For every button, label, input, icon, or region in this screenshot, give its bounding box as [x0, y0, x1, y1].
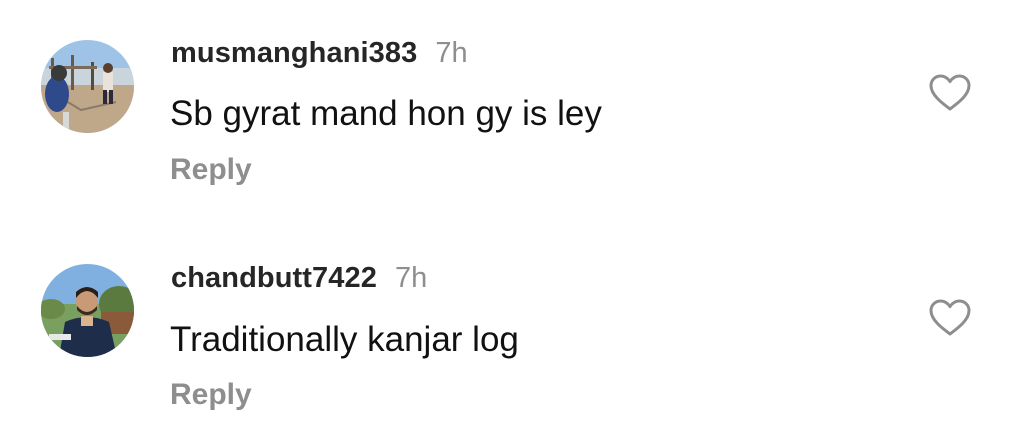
avatar-photo [41, 40, 134, 133]
comment-text: Traditionally kanjar log [170, 320, 519, 359]
comment-item: musmanghani383 7h Sb gyrat mand hon gy is… [0, 0, 1024, 220]
comment-header: musmanghani383 7h [171, 39, 468, 68]
reply-button[interactable]: Reply [170, 380, 252, 410]
avatar[interactable] [41, 40, 134, 133]
reply-button[interactable]: Reply [170, 155, 252, 185]
username-link[interactable]: chandbutt7422 [171, 262, 377, 294]
like-button[interactable] [928, 298, 972, 338]
comment-item: chandbutt7422 7h Traditionally kanjar log… [0, 225, 1024, 445]
like-button[interactable] [928, 73, 972, 113]
avatar[interactable] [41, 264, 134, 357]
timestamp: 7h [435, 37, 468, 69]
heart-outline-icon [929, 299, 971, 336]
avatar-photo [41, 264, 134, 357]
comment-text: Sb gyrat mand hon gy is ley [170, 94, 602, 133]
username-link[interactable]: musmanghani383 [171, 37, 417, 69]
timestamp: 7h [394, 262, 428, 294]
comment-header: chandbutt7422 7h [171, 264, 427, 293]
heart-outline-icon [929, 74, 971, 111]
